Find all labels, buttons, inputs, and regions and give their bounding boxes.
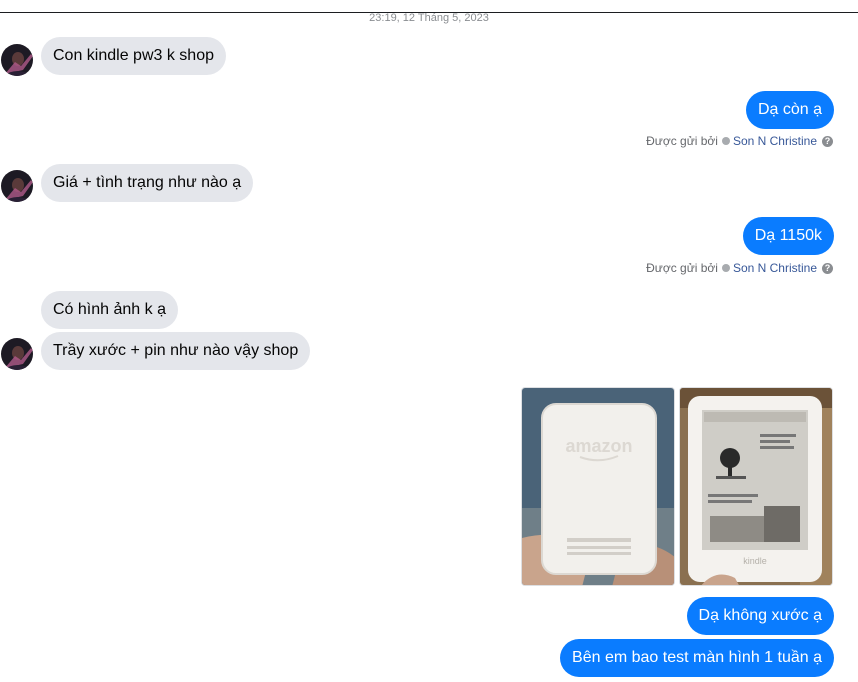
kindle-logo-text: kindle [743,556,767,566]
sent-by-label: Được gửi bởi [646,134,718,148]
incoming-message[interactable]: Giá + tình trạng như nào ạ [41,164,254,202]
outgoing-message[interactable]: Dạ không xước ạ [686,597,834,635]
sender-name-link[interactable]: Son N Christine [733,134,817,148]
help-icon[interactable]: ? [822,262,833,274]
kindle-back-photo[interactable]: amazon [521,387,675,586]
conversation-timestamp: 23:19, 12 Tháng 5, 2023 [369,12,489,24]
seen-check-icon [721,137,730,145]
sent-by-line: Được gửi bởi Son N Christine ? [646,261,833,275]
sent-by-label: Được gửi bởi [646,261,718,275]
outgoing-message[interactable]: Dạ còn ạ [745,91,834,129]
avatar[interactable] [1,170,33,202]
outgoing-message[interactable]: Dạ 1150k [742,217,834,255]
avatar[interactable] [1,338,33,370]
kindle-front-photo[interactable]: kindle [679,387,833,586]
sender-name-link[interactable]: Son N Christine [733,261,817,275]
incoming-message[interactable]: Trầy xước + pin như nào vậy shop [41,332,311,370]
incoming-message[interactable]: Có hình ảnh k ạ [41,291,178,329]
seen-check-icon [721,264,730,272]
sent-by-line: Được gửi bởi Son N Christine ? [646,134,833,148]
outgoing-message[interactable]: Bên em bao test màn hình 1 tuần ạ [560,639,834,677]
avatar[interactable] [1,44,33,76]
incoming-message[interactable]: Con kindle pw3 k shop [41,37,226,75]
help-icon[interactable]: ? [822,135,833,147]
amazon-logo-text: amazon [565,436,632,456]
